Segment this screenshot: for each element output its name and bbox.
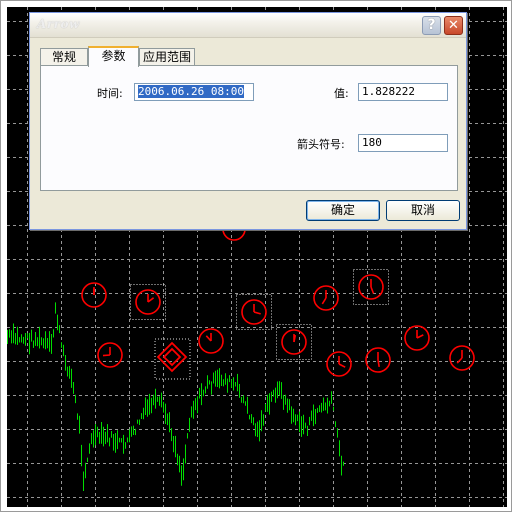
arrow-code-label: 箭头符号:: [297, 138, 345, 151]
time-input[interactable]: 2006.06.26 08:00: [134, 83, 254, 101]
close-button[interactable]: ✕: [444, 16, 463, 35]
parameters-panel: 时间: 2006.06.26 08:00 值: 1.828222 箭头符号: 1…: [40, 65, 458, 191]
tab-visibility[interactable]: 应用范围: [139, 48, 195, 66]
clock-icon: [326, 351, 352, 377]
clock-icon: [241, 299, 267, 325]
tab-parameters[interactable]: 参数: [88, 46, 139, 67]
ok-button[interactable]: 确定: [306, 200, 380, 221]
help-button[interactable]: ?: [422, 16, 441, 35]
clock-icon: [365, 347, 391, 373]
arrow-code-input[interactable]: 180: [358, 134, 448, 152]
diamond-arrow-icon: [156, 341, 188, 373]
clock-icon: [449, 345, 475, 371]
window-frame: Arrow ? ✕ 常规 参数 应用范围 时间: 2006.06.26 08:0…: [0, 0, 512, 512]
cancel-button[interactable]: 取消: [386, 200, 460, 221]
arrow-code-input-value: 180: [362, 136, 382, 149]
clock-icon: [404, 325, 430, 351]
clock-icon: [313, 285, 339, 311]
value-input[interactable]: 1.828222: [358, 83, 448, 101]
dialog-title: Arrow: [37, 17, 80, 31]
dialog-titlebar[interactable]: Arrow ? ✕: [30, 13, 466, 38]
clock-icon: [358, 274, 384, 300]
time-input-value: 2006.06.26 08:00: [138, 85, 244, 98]
arrow-properties-dialog: Arrow ? ✕ 常规 参数 应用范围 时间: 2006.06.26 08:0…: [29, 12, 467, 230]
clock-icon: [81, 282, 107, 308]
close-icon: ✕: [448, 18, 459, 33]
value-input-value: 1.828222: [362, 85, 415, 98]
value-label: 值:: [334, 87, 349, 100]
clock-icon: [281, 329, 307, 355]
time-label: 时间:: [97, 87, 123, 100]
clock-icon: [222, 228, 246, 241]
tab-general[interactable]: 常规: [40, 48, 88, 66]
clock-icon: [97, 342, 123, 368]
help-icon: ?: [427, 17, 436, 33]
clock-icon: [198, 328, 224, 354]
